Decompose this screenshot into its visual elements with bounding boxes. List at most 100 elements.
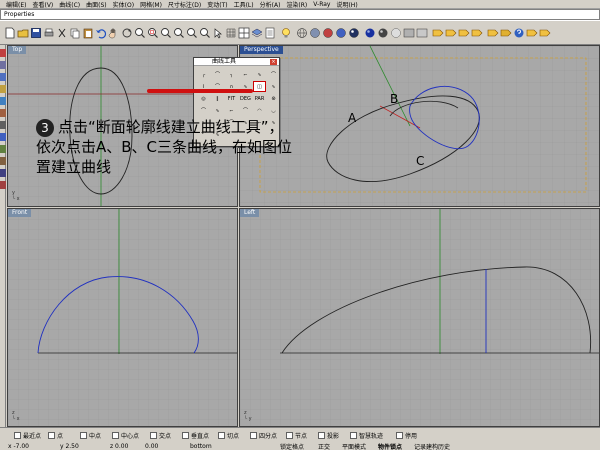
viewport-front[interactable]: Front z └ x (7, 208, 238, 427)
viewport-layout-icon[interactable] (238, 27, 250, 39)
material-sphere-icon[interactable] (377, 27, 389, 39)
rectangle-tool-icon[interactable] (0, 133, 6, 141)
menu-help[interactable]: 说明(H) (336, 0, 357, 9)
osnap-point[interactable]: 点 (48, 431, 63, 440)
menu-dimension[interactable]: 尺寸标注(D) (168, 0, 201, 9)
viewport-title-left[interactable]: Left (240, 209, 260, 217)
surface-tool-icon[interactable] (0, 145, 6, 153)
light-bulb-icon[interactable] (280, 27, 292, 39)
tag-icon-2[interactable] (445, 27, 457, 39)
properties-icon[interactable] (264, 27, 276, 39)
viewport-title-perspective[interactable]: Perspective (240, 46, 283, 54)
osnap-intersection[interactable]: 交点 (150, 431, 171, 440)
render-sphere-icon[interactable] (364, 27, 376, 39)
zoom-icon[interactable] (134, 27, 146, 39)
tag-icon-5[interactable] (487, 27, 499, 39)
osnap-near[interactable]: 最近点 (14, 431, 41, 440)
tag-icon-7[interactable] (526, 27, 538, 39)
paste-icon[interactable] (82, 27, 94, 39)
tag-icon-4[interactable] (471, 27, 483, 39)
undo-icon[interactable] (95, 27, 107, 39)
palette-tool[interactable]: ⌒ (239, 105, 252, 116)
status-layer[interactable]: bottom (190, 443, 212, 450)
shaded-view-icon[interactable] (309, 27, 321, 39)
menu-tools[interactable]: 工具(L) (234, 0, 254, 9)
menu-edit[interactable]: 编辑(E) (6, 0, 26, 9)
tag-icon-6[interactable] (500, 27, 512, 39)
palette-tool[interactable]: ⌒ (267, 69, 280, 80)
ghosted-view-icon[interactable] (335, 27, 347, 39)
status-planar[interactable]: 平面模式 (342, 442, 366, 450)
palette-tool[interactable]: ∿ (253, 69, 266, 80)
status-osnap[interactable]: 物件锁点 (378, 442, 402, 450)
vray-render-icon[interactable] (403, 27, 415, 39)
menu-transform[interactable]: 变动(T) (207, 0, 227, 9)
menu-solid[interactable]: 实体(O) (113, 0, 134, 9)
menu-curve[interactable]: 曲线(C) (59, 0, 80, 9)
circle-tool-icon[interactable] (0, 97, 6, 105)
osnap-knot[interactable]: 节点 (286, 431, 307, 440)
menu-vray[interactable]: V-Ray (313, 1, 330, 8)
status-history[interactable]: 记录建构历史 (414, 442, 450, 450)
palette-tool[interactable]: PAR (253, 93, 266, 104)
command-line[interactable]: Properties (0, 9, 600, 20)
palette-tool[interactable]: ◎ (197, 93, 210, 104)
environment-icon[interactable] (390, 27, 402, 39)
zoom-window-icon[interactable] (147, 27, 159, 39)
select-icon[interactable] (212, 27, 224, 39)
osnap-tangent[interactable]: 切点 (218, 431, 239, 440)
help-icon[interactable] (513, 27, 525, 39)
open-folder-icon[interactable] (17, 27, 29, 39)
osnap-quad[interactable]: 四分点 (250, 431, 277, 440)
osnap-mid[interactable]: 中点 (80, 431, 101, 440)
viewport-left[interactable]: Left z └ y (239, 208, 600, 427)
arc-tool-icon[interactable] (0, 109, 6, 117)
osnap-disable[interactable]: 停用 (396, 431, 417, 440)
palette-tool[interactable]: ╮ (225, 69, 238, 80)
status-ortho[interactable]: 正交 (318, 442, 330, 450)
new-file-icon[interactable] (4, 27, 16, 39)
cut-icon[interactable] (56, 27, 68, 39)
menu-analyze[interactable]: 分析(A) (260, 0, 281, 9)
menu-view[interactable]: 查看(V) (32, 0, 53, 9)
viewport-title-front[interactable]: Front (8, 209, 32, 217)
palette-tool[interactable]: FIT (225, 93, 238, 104)
osnap-project[interactable]: 投影 (318, 431, 339, 440)
osnap-perpendicular[interactable]: 垂直点 (182, 431, 209, 440)
palette-tool[interactable]: ⊛ (267, 93, 280, 104)
ellipse-tool-icon[interactable] (0, 121, 6, 129)
point-tool-icon[interactable] (0, 49, 6, 57)
palette-tool[interactable]: ⌐ (225, 105, 238, 116)
transform-tool-icon[interactable] (0, 181, 6, 189)
palette-tool[interactable]: ∿ (211, 105, 224, 116)
tag-icon-8[interactable] (539, 27, 551, 39)
grid-icon[interactable] (225, 27, 237, 39)
osnap-center[interactable]: 中心点 (112, 431, 139, 440)
palette-tool[interactable]: ◡ (267, 105, 280, 116)
osnap-smarttrack[interactable]: 智慧轨迹 (350, 431, 383, 440)
menu-surface[interactable]: 曲面(S) (86, 0, 107, 9)
palette-tool[interactable]: ⌒ (211, 69, 224, 80)
palette-tool[interactable]: ⌐ (239, 69, 252, 80)
status-grid-snap[interactable]: 锁定格点 (280, 442, 304, 450)
palette-tool[interactable]: ∥ (211, 93, 224, 104)
solid-tool-icon[interactable] (0, 157, 6, 165)
layer-icon[interactable] (251, 27, 263, 39)
palette-title-bar[interactable]: 曲线工具 × (194, 58, 279, 66)
pan-hand-icon[interactable] (108, 27, 120, 39)
zoom-extents-icon[interactable] (160, 27, 172, 39)
polyline-tool-icon[interactable] (0, 73, 6, 81)
zoom-previous-icon[interactable] (199, 27, 211, 39)
rendered-view-icon[interactable] (322, 27, 334, 39)
save-icon[interactable] (30, 27, 42, 39)
zoom-all-icon[interactable] (186, 27, 198, 39)
xray-view-icon[interactable] (348, 27, 360, 39)
vray-options-icon[interactable] (416, 27, 428, 39)
palette-tool[interactable]: ∿ (267, 81, 280, 92)
curve-tool-icon[interactable] (0, 85, 6, 93)
tag-icon-3[interactable] (458, 27, 470, 39)
palette-tool[interactable]: DEG (239, 93, 252, 104)
palette-tool[interactable]: ╭ (197, 69, 210, 80)
wireframe-view-icon[interactable] (296, 27, 308, 39)
palette-close-button[interactable]: × (270, 59, 277, 65)
